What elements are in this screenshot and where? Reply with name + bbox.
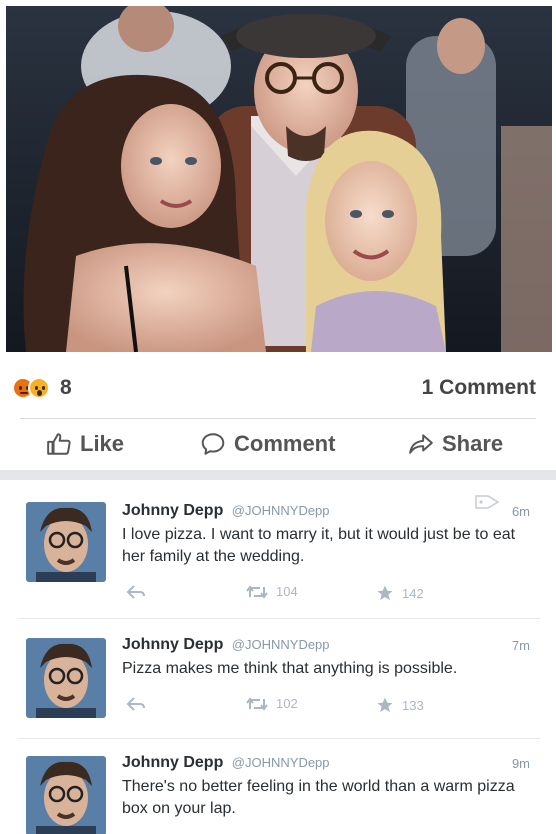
tweet-header: Johnny Depp @JOHNNYDepp bbox=[122, 754, 330, 772]
tag-icon[interactable] bbox=[474, 492, 500, 512]
share-label: Share bbox=[442, 431, 504, 456]
share-arrow-icon bbox=[409, 434, 433, 454]
favorite-count: 133 bbox=[402, 697, 424, 713]
favorite-button[interactable]: 142 bbox=[376, 584, 424, 602]
tweet-list: Johnny Depp @JOHNNYDepp 6m I love pizza.… bbox=[6, 480, 552, 834]
like-label: Like bbox=[80, 431, 125, 456]
favorite-count: 142 bbox=[402, 585, 424, 601]
post-photo[interactable] bbox=[6, 6, 552, 352]
tweet-timestamp[interactable]: 7m bbox=[512, 638, 530, 653]
thumbs-up-icon bbox=[47, 433, 71, 455]
tweet-text: There's no better feeling in the world t… bbox=[122, 778, 515, 817]
avatar[interactable] bbox=[26, 638, 106, 718]
tweet[interactable]: Johnny Depp @JOHNNYDepp 9m There's no be… bbox=[6, 740, 552, 834]
retweet-icon bbox=[246, 584, 268, 599]
tweet-header: Johnny Depp @JOHNNYDepp bbox=[122, 636, 330, 654]
tweet-author-handle[interactable]: @JOHNNYDepp bbox=[232, 637, 330, 652]
speech-bubble-icon bbox=[201, 433, 225, 455]
comment-count[interactable]: 1 Comment bbox=[422, 376, 536, 400]
section-separator bbox=[0, 470, 556, 480]
tweet-divider bbox=[18, 738, 540, 739]
retweet-count: 102 bbox=[276, 696, 298, 711]
reply-icon[interactable] bbox=[126, 696, 146, 712]
favorite-button[interactable]: 133 bbox=[376, 696, 424, 714]
tweet-author-handle[interactable]: @JOHNNYDepp bbox=[232, 503, 330, 518]
retweet-count: 104 bbox=[276, 584, 298, 599]
post-actions: Like Comment Share bbox=[0, 420, 556, 470]
reaction-icons[interactable] bbox=[12, 376, 50, 400]
tweet-author-name[interactable]: Johnny Depp bbox=[122, 502, 223, 519]
retweet-button[interactable]: 102 bbox=[246, 696, 298, 711]
tweet-text: I love pizza. I want to marry it, but it… bbox=[122, 526, 516, 565]
avatar[interactable] bbox=[26, 756, 106, 834]
tweet-actions: 102 133 bbox=[122, 696, 452, 716]
tweet-divider bbox=[18, 618, 540, 619]
retweet-icon bbox=[246, 696, 268, 711]
tweet-author-name[interactable]: Johnny Depp bbox=[122, 754, 223, 771]
reply-icon[interactable] bbox=[126, 584, 146, 600]
share-button[interactable]: Share bbox=[408, 428, 503, 460]
divider bbox=[20, 418, 536, 419]
wow-reaction-icon bbox=[28, 377, 50, 399]
like-button[interactable]: Like bbox=[46, 428, 124, 460]
tweet-header: Johnny Depp @JOHNNYDepp bbox=[122, 502, 330, 520]
star-icon bbox=[377, 585, 393, 601]
tweet[interactable]: Johnny Depp @JOHNNYDepp 6m I love pizza.… bbox=[6, 480, 552, 616]
retweet-button[interactable]: 104 bbox=[246, 584, 298, 599]
tweet-author-handle[interactable]: @JOHNNYDepp bbox=[232, 755, 330, 770]
tweet-text: Pizza makes me think that anything is po… bbox=[122, 660, 458, 677]
tweet-author-name[interactable]: Johnny Depp bbox=[122, 636, 223, 653]
star-icon bbox=[377, 697, 393, 713]
tweet-timestamp[interactable]: 6m bbox=[512, 504, 530, 519]
comment-label: Comment bbox=[234, 431, 336, 456]
tweet-actions: 104 142 bbox=[122, 584, 452, 604]
tweet-timestamp[interactable]: 9m bbox=[512, 756, 530, 771]
tweet[interactable]: Johnny Depp @JOHNNYDepp 7m Pizza makes m… bbox=[6, 620, 552, 736]
avatar[interactable] bbox=[26, 502, 106, 582]
comment-button[interactable]: Comment bbox=[200, 428, 335, 460]
reaction-count[interactable]: 8 bbox=[60, 376, 72, 400]
reactions-bar: 8 1 Comment bbox=[0, 366, 556, 412]
